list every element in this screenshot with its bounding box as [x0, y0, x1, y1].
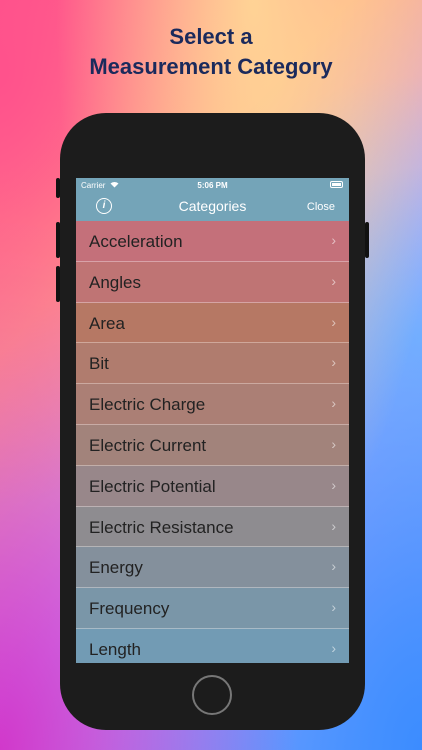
- category-list: Acceleration › Angles › Area › Bit › Electric Ch…: [76, 221, 349, 663]
- chevron-right-icon: ›: [331, 354, 336, 371]
- category-label: Length: [89, 639, 141, 659]
- category-row[interactable]: Acceleration ›: [76, 221, 349, 262]
- chevron-right-icon: ›: [331, 517, 336, 534]
- chevron-right-icon: ›: [331, 313, 336, 330]
- category-label: Angles: [89, 272, 141, 292]
- chevron-right-icon: ›: [331, 599, 336, 616]
- side-button-volume-down: [56, 266, 60, 302]
- category-row[interactable]: Frequency ›: [76, 588, 349, 629]
- navigation-bar: i Categories Close: [76, 192, 349, 221]
- side-button-power: [365, 222, 369, 258]
- category-label: Energy: [89, 558, 143, 578]
- headline-line-2: Measurement Category: [89, 54, 333, 79]
- headline-line-1: Select a: [169, 24, 253, 49]
- category-row[interactable]: Electric Resistance ›: [76, 506, 349, 548]
- home-button: [192, 675, 232, 715]
- category-label: Bit: [89, 354, 109, 374]
- headline: Select a Measurement Category: [0, 22, 422, 82]
- category-label: Acceleration: [89, 232, 183, 251]
- chevron-right-icon: ›: [331, 639, 336, 656]
- category-label: Frequency: [89, 599, 170, 619]
- category-row[interactable]: Bit ›: [76, 343, 349, 385]
- category-row[interactable]: Area ›: [76, 302, 349, 344]
- battery-icon: [330, 181, 343, 188]
- phone-screen: Carrier 5:06 PM i Categories Close Accel…: [76, 178, 349, 663]
- chevron-right-icon: ›: [331, 558, 336, 575]
- category-row[interactable]: Electric Charge ›: [76, 384, 349, 425]
- category-label: Electric Potential: [89, 476, 216, 496]
- chevron-right-icon: ›: [331, 395, 336, 412]
- chevron-right-icon: ›: [331, 476, 336, 493]
- chevron-right-icon: ›: [331, 272, 336, 289]
- category-label: Electric Charge: [89, 395, 206, 415]
- status-bar: Carrier 5:06 PM: [76, 178, 349, 192]
- category-label: Area: [89, 313, 125, 333]
- category-row[interactable]: Electric Potential ›: [76, 465, 349, 507]
- category-row[interactable]: Length ›: [76, 628, 349, 663]
- side-button-volume-up: [56, 222, 60, 258]
- category-label: Electric Current: [89, 435, 207, 455]
- side-button-silent: [56, 178, 60, 198]
- category-label: Electric Resistance: [89, 517, 234, 537]
- category-row[interactable]: Angles ›: [76, 261, 349, 303]
- chevron-right-icon: ›: [331, 435, 336, 452]
- category-row[interactable]: Energy ›: [76, 547, 349, 589]
- close-button[interactable]: Close: [307, 201, 335, 213]
- chevron-right-icon: ›: [331, 232, 336, 248]
- category-row[interactable]: Electric Current ›: [76, 424, 349, 466]
- status-time: 5:06 PM: [197, 181, 228, 190]
